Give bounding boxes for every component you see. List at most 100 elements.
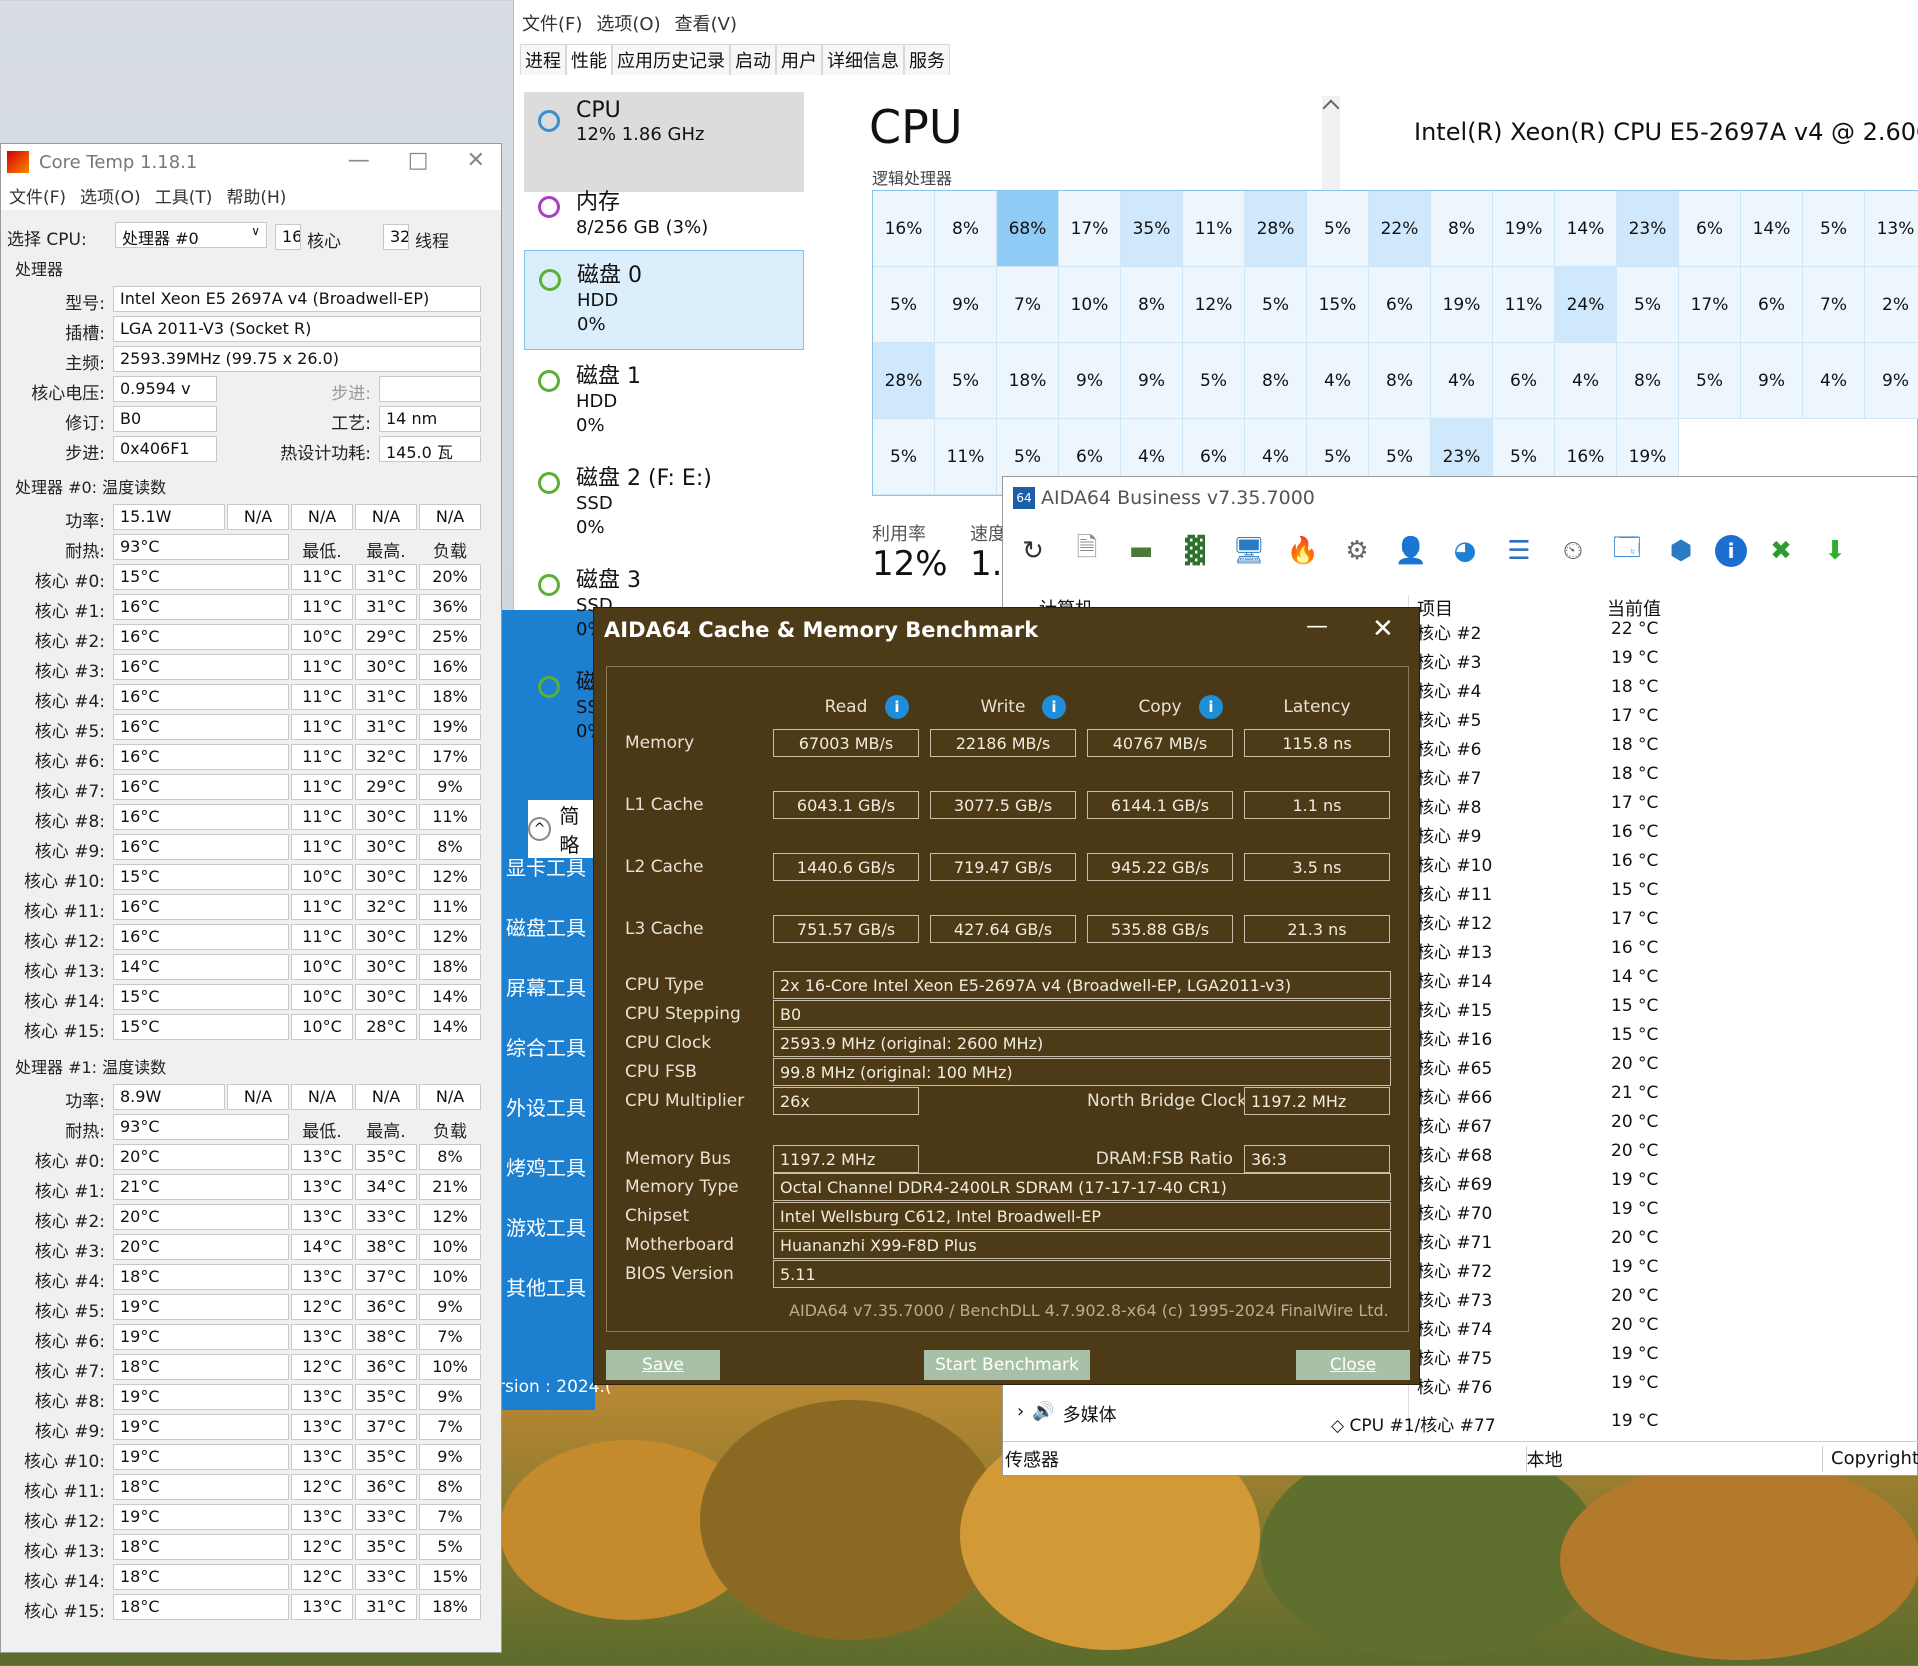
refresh-icon[interactable]: ↻	[1013, 531, 1053, 571]
monitor-icon[interactable]: 🗔	[1607, 531, 1647, 571]
result-copy: 40767 MB/s	[1087, 729, 1233, 757]
perf-item-disk1[interactable]: 磁盘 1 HDD 0%	[524, 352, 804, 452]
sensor-name[interactable]: 核心 #7	[1417, 764, 1481, 789]
sensor-name[interactable]: 核心 #76	[1417, 1373, 1492, 1398]
sensor-name[interactable]: 核心 #9	[1417, 822, 1481, 847]
menu-tools[interactable]: 工具(T)	[155, 183, 213, 208]
menu-file[interactable]: 文件(F)	[522, 10, 582, 36]
toolbox-item[interactable]: 烤鸡工具	[506, 1152, 586, 1181]
core-label: 核心 #15:	[23, 1022, 105, 1042]
memory-icon[interactable]: ▓	[1175, 531, 1215, 571]
toolbox-item[interactable]: 综合工具	[506, 1032, 586, 1061]
disk-benchmark-icon[interactable]: ◕	[1445, 531, 1485, 571]
sensor-name[interactable]: 核心 #14	[1417, 967, 1492, 992]
sensor-name[interactable]: 核心 #6	[1417, 735, 1481, 760]
col-header-value[interactable]: 当前值	[1607, 595, 1661, 621]
motherboard-icon[interactable]: ▬	[1121, 531, 1161, 571]
sensor-name[interactable]: 核心 #66	[1417, 1083, 1492, 1108]
menu-help[interactable]: 帮助(H)	[226, 183, 286, 208]
cpu-select[interactable]: 处理器 #0 ∨	[115, 222, 267, 248]
core-max-value: 30°C	[355, 984, 417, 1010]
sensor-name[interactable]: 核心 #15	[1417, 996, 1492, 1021]
sensor-name[interactable]: 核心 #73	[1417, 1286, 1492, 1311]
menu-file[interactable]: 文件(F)	[9, 183, 66, 208]
tab-processes[interactable]: 进程	[520, 44, 566, 75]
sensor-name[interactable]: 核心 #65	[1417, 1054, 1492, 1079]
sensor-name[interactable]: 核心 #75	[1417, 1344, 1492, 1369]
core-label: 核心 #2:	[34, 1212, 105, 1232]
sensor-name[interactable]: 核心 #4	[1417, 677, 1481, 702]
sensor-name[interactable]: 核心 #10	[1417, 851, 1492, 876]
network-icon[interactable]: 🖥	[1229, 531, 1269, 571]
collapse-button[interactable]: ^ 简略	[528, 800, 598, 858]
sensor-name[interactable]: 核心 #67	[1417, 1112, 1492, 1137]
sensor-name[interactable]: 核心 #5	[1417, 706, 1481, 731]
cubes-icon[interactable]: ⬢	[1661, 531, 1701, 571]
settings-icon[interactable]: ⚙	[1337, 531, 1377, 571]
table-row[interactable]: ◇ CPU #1/核心 #77	[1331, 1411, 1496, 1436]
close-button[interactable]: Close	[1296, 1350, 1410, 1380]
sensor-name[interactable]: 核心 #69	[1417, 1170, 1492, 1195]
info-icon[interactable]: i	[1715, 535, 1747, 567]
sensor-name[interactable]: 核心 #8	[1417, 793, 1481, 818]
tab-performance[interactable]: 性能	[566, 44, 612, 75]
result-copy: 535.88 GB/s	[1087, 915, 1233, 943]
core-load-value: 10%	[419, 1264, 481, 1290]
menu-options[interactable]: 选项(O)	[596, 10, 660, 36]
info-icon[interactable]: i	[1042, 695, 1066, 719]
sensor-name[interactable]: 核心 #68	[1417, 1141, 1492, 1166]
database-icon[interactable]: ☰	[1499, 531, 1539, 571]
save-button[interactable]: Save	[606, 1350, 720, 1380]
close-icon[interactable]: ✕	[467, 148, 485, 173]
sensor-name[interactable]: 核心 #72	[1417, 1257, 1492, 1282]
schedule-icon[interactable]: ⏲	[1553, 531, 1593, 571]
sensor-name[interactable]: 核心 #2	[1417, 619, 1481, 644]
sensor-name[interactable]: 核心 #70	[1417, 1199, 1492, 1224]
download-icon[interactable]: ⬇	[1815, 531, 1855, 571]
na-cell: N/A	[355, 504, 417, 530]
core-temp-value: 16°C	[113, 894, 289, 920]
tab-services[interactable]: 服务	[904, 44, 950, 75]
result-row-label: L3 Cache	[625, 919, 704, 939]
tab-users[interactable]: 用户	[776, 44, 822, 75]
maximize-icon[interactable]: □	[408, 148, 429, 173]
perf-item-disk2[interactable]: 磁盘 2 (F: E:) SSD 0%	[524, 454, 804, 554]
menu-options[interactable]: 选项(O)	[80, 183, 141, 208]
sensor-name[interactable]: 核心 #71	[1417, 1228, 1492, 1253]
core-min-value: 10°C	[291, 954, 353, 980]
remote-icon[interactable]: ✖	[1761, 531, 1801, 571]
core-temp-value: 15°C	[113, 984, 289, 1010]
col-header-item[interactable]: 项目	[1417, 595, 1453, 621]
perf-item-disk0[interactable]: 磁盘 0 HDD 0%	[524, 250, 804, 350]
menu-view[interactable]: 查看(V)	[675, 10, 737, 36]
toolbox-item[interactable]: 其他工具	[506, 1272, 586, 1301]
sensor-name[interactable]: 核心 #11	[1417, 880, 1492, 905]
toolbox-item[interactable]: 磁盘工具	[506, 912, 586, 941]
minimize-icon[interactable]: —	[348, 148, 370, 173]
perf-item-cpu[interactable]: CPU 12% 1.86 GHz	[524, 92, 804, 192]
cpu-type-value: 2x 16-Core Intel Xeon E5-2697A v4 (Broad…	[773, 971, 1391, 999]
start-benchmark-button[interactable]: Start Benchmark	[924, 1350, 1090, 1380]
tab-startup[interactable]: 启动	[730, 44, 776, 75]
toolbox-item[interactable]: 外设工具	[506, 1092, 586, 1121]
toolbox-item[interactable]: 游戏工具	[506, 1212, 586, 1241]
tab-details[interactable]: 详细信息	[822, 44, 904, 75]
scroll-up-icon[interactable]	[1322, 99, 1340, 117]
minimize-icon[interactable]: —	[1306, 614, 1328, 639]
info-icon[interactable]: i	[885, 695, 909, 719]
sensor-name[interactable]: 核心 #16	[1417, 1025, 1492, 1050]
sensor-name[interactable]: 核心 #13	[1417, 938, 1492, 963]
report-icon[interactable]: 🗎	[1067, 531, 1107, 571]
info-icon[interactable]: i	[1199, 695, 1223, 719]
sensor-name[interactable]: 核心 #3	[1417, 648, 1481, 673]
sensor-name[interactable]: 核心 #74	[1417, 1315, 1492, 1340]
stress-test-icon[interactable]: 🔥	[1283, 531, 1323, 571]
tab-app-history[interactable]: 应用历史记录	[612, 44, 730, 75]
tree-item-multimedia[interactable]: › 🔊 多媒体	[1017, 1401, 1117, 1427]
cpu-fsb-value: 99.8 MHz (original: 100 MHz)	[773, 1058, 1391, 1086]
sensor-name[interactable]: 核心 #12	[1417, 909, 1492, 934]
toolbox-item[interactable]: 屏幕工具	[506, 972, 586, 1001]
user-icon[interactable]: 👤	[1391, 531, 1431, 571]
core-load-value: 8%	[419, 834, 481, 860]
close-icon[interactable]: ✕	[1372, 614, 1394, 644]
